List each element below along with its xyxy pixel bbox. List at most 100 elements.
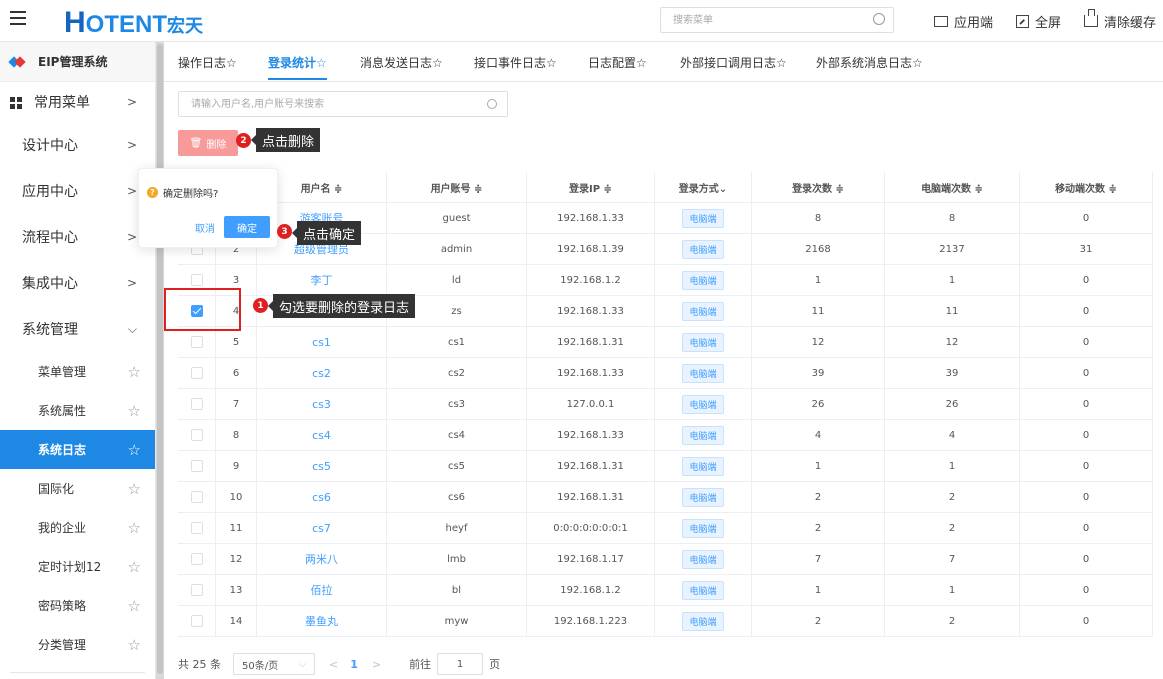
username-cell[interactable]: cs1 <box>257 327 387 357</box>
page-size-select[interactable]: 50条/页 ⌵ <box>233 653 315 675</box>
pc-count-cell: 12 <box>885 327 1020 357</box>
row-checkbox[interactable] <box>190 553 203 565</box>
table-row[interactable]: 14 墨鱼丸 myw 192.168.1.223 电脑端 2 2 0 <box>178 606 1153 637</box>
header-login-ip[interactable]: 登录IP ≑ <box>527 172 655 202</box>
table-row[interactable]: 8 cs4 cs4 192.168.1.33 电脑端 4 4 0 <box>178 420 1153 451</box>
username-cell[interactable]: cs2 <box>257 358 387 388</box>
header-mobile-count[interactable]: 移动端次数 ≑ <box>1020 172 1153 202</box>
app-end-button[interactable]: 应用端 <box>934 11 993 31</box>
login-method-tag: 电脑端 <box>682 425 724 445</box>
row-checkbox[interactable] <box>190 367 203 379</box>
tab-log-config[interactable]: 日志配置☆ <box>588 54 647 71</box>
highlight-frame <box>164 288 241 331</box>
chevron-down-icon: ⌵ <box>298 658 306 670</box>
row-checkbox[interactable] <box>190 274 203 286</box>
tab-external-api-log[interactable]: 外部接口调用日志☆ <box>680 54 787 71</box>
sidebar-subitem-system-log[interactable]: 系统日志 ☆ <box>0 430 155 469</box>
table-row[interactable]: 6 cs2 cs2 192.168.1.33 电脑端 39 39 0 <box>178 358 1153 389</box>
mobile-count-cell: 0 <box>1020 389 1153 419</box>
sidebar-scrollbar[interactable] <box>156 42 164 679</box>
star-icon[interactable]: ☆ <box>128 363 141 381</box>
username-cell[interactable]: cs7 <box>257 513 387 543</box>
current-page[interactable]: 1 <box>350 658 358 671</box>
star-icon[interactable]: ☆ <box>128 480 141 498</box>
row-checkbox[interactable] <box>190 584 203 596</box>
mobile-count-cell: 0 <box>1020 358 1153 388</box>
tab-login-stats[interactable]: 登录统计☆ <box>268 54 327 80</box>
sidebar-subitem-menu-management[interactable]: 菜单管理 ☆ <box>0 352 155 391</box>
tab-message-send-log[interactable]: 消息发送日志☆ <box>360 54 443 71</box>
table-row[interactable]: 7 cs3 cs3 127.0.0.1 电脑端 26 26 0 <box>178 389 1153 420</box>
menu-search-input[interactable] <box>661 8 861 32</box>
username-cell[interactable]: cs4 <box>257 420 387 450</box>
row-checkbox[interactable] <box>190 491 203 503</box>
sidebar-subitem-scheduled-plan[interactable]: 定时计划12 ☆ <box>0 547 155 586</box>
confirm-button[interactable]: 确定 <box>224 216 270 238</box>
menu-toggle-icon[interactable] <box>10 11 26 27</box>
system-switcher[interactable]: EIP管理系统 <box>0 42 155 82</box>
username-cell[interactable]: cs3 <box>257 389 387 419</box>
sidebar-subitem-system-properties[interactable]: 系统属性 ☆ <box>0 391 155 430</box>
header-pc-count[interactable]: 电脑端次数 ≑ <box>885 172 1020 202</box>
table-row[interactable]: 9 cs5 cs5 192.168.1.31 电脑端 1 1 0 <box>178 451 1153 482</box>
star-icon[interactable]: ☆ <box>128 519 141 537</box>
tab-external-system-message-log[interactable]: 外部系统消息日志☆ <box>816 54 923 71</box>
username-cell[interactable]: 李丁 <box>257 265 387 295</box>
annotation-select-log: 勾选要删除的登录日志 <box>267 294 416 318</box>
goto-page-input[interactable]: 1 <box>437 653 484 675</box>
cancel-button[interactable]: 取消 <box>195 220 215 235</box>
row-checkbox[interactable] <box>190 615 203 627</box>
scrollbar-thumb[interactable] <box>157 44 163 674</box>
username-cell[interactable]: cs5 <box>257 451 387 481</box>
table-row[interactable]: 5 cs1 cs1 192.168.1.31 电脑端 12 12 0 <box>178 327 1153 358</box>
sidebar-item-flow-center[interactable]: 流程中心 > <box>0 214 155 260</box>
star-icon[interactable]: ☆ <box>128 402 141 420</box>
row-checkbox[interactable] <box>190 460 203 472</box>
search-icon[interactable] <box>873 13 885 25</box>
sidebar-subitem-password-policy[interactable]: 密码策略 ☆ <box>0 586 155 625</box>
username-cell[interactable]: 佰拉 <box>257 575 387 605</box>
header-login-method[interactable]: 登录方式⌄ <box>655 172 752 202</box>
fullscreen-button[interactable]: 全屏 <box>1016 11 1061 31</box>
row-checkbox[interactable] <box>190 398 203 410</box>
login-method-tag: 电脑端 <box>682 549 724 569</box>
user-search-input[interactable] <box>179 92 469 116</box>
star-icon[interactable]: ☆ <box>128 636 141 654</box>
search-icon[interactable] <box>487 99 497 109</box>
login-method-cell: 电脑端 <box>655 296 752 326</box>
sidebar-item-integration-center[interactable]: 集成中心 > <box>0 260 155 306</box>
username-cell[interactable]: cs6 <box>257 482 387 512</box>
table-row[interactable]: 11 cs7 heyf 0:0:0:0:0:0:0:1 电脑端 2 2 0 <box>178 513 1153 544</box>
row-checkbox[interactable] <box>190 336 203 348</box>
header-account[interactable]: 用户账号 ≑ <box>387 172 527 202</box>
sidebar-subitem-my-enterprise[interactable]: 我的企业 ☆ <box>0 508 155 547</box>
star-icon[interactable]: ☆ <box>128 441 141 459</box>
table-row[interactable]: 3 李丁 ld 192.168.1.2 电脑端 1 1 0 <box>178 265 1153 296</box>
username-cell[interactable]: 墨鱼丸 <box>257 606 387 636</box>
header-login-count[interactable]: 登录次数 ≑ <box>752 172 885 202</box>
username-cell[interactable]: 两米八 <box>257 544 387 574</box>
account-cell: cs2 <box>387 358 527 388</box>
table-row[interactable]: 13 佰拉 bl 192.168.1.2 电脑端 1 1 0 <box>178 575 1153 606</box>
clear-cache-button[interactable]: 清除缓存 <box>1084 9 1156 31</box>
sidebar-subitem-category-management[interactable]: 分类管理 ☆ <box>0 625 155 664</box>
delete-button[interactable]: 🗑 删除 <box>178 130 238 156</box>
table-row[interactable]: 12 两米八 lmb 192.168.1.17 电脑端 7 7 0 <box>178 544 1153 575</box>
sidebar-item-design-center[interactable]: 设计中心 > <box>0 122 155 168</box>
login-ip-cell: 192.168.1.33 <box>527 358 655 388</box>
table-row[interactable]: 10 cs6 cs6 192.168.1.31 电脑端 2 2 0 <box>178 482 1153 513</box>
sidebar-subitem-i18n[interactable]: 国际化 ☆ <box>0 469 155 508</box>
login-count-cell: 7 <box>752 544 885 574</box>
tab-interface-event-log[interactable]: 接口事件日志☆ <box>474 54 557 71</box>
row-checkbox[interactable] <box>190 522 203 534</box>
login-count-cell: 4 <box>752 420 885 450</box>
sidebar-item-common-menu[interactable]: 常用菜单 > <box>0 82 155 122</box>
sidebar-item-system-management[interactable]: 系统管理 ⌵ <box>0 306 155 352</box>
prev-page-icon[interactable]: < <box>329 658 338 671</box>
row-checkbox[interactable] <box>190 429 203 441</box>
tab-operation-log[interactable]: 操作日志☆ <box>178 54 237 71</box>
next-page-icon[interactable]: > <box>372 658 381 671</box>
sidebar-item-app-center[interactable]: 应用中心 > <box>0 168 155 214</box>
star-icon[interactable]: ☆ <box>128 597 141 615</box>
star-icon[interactable]: ☆ <box>128 558 141 576</box>
